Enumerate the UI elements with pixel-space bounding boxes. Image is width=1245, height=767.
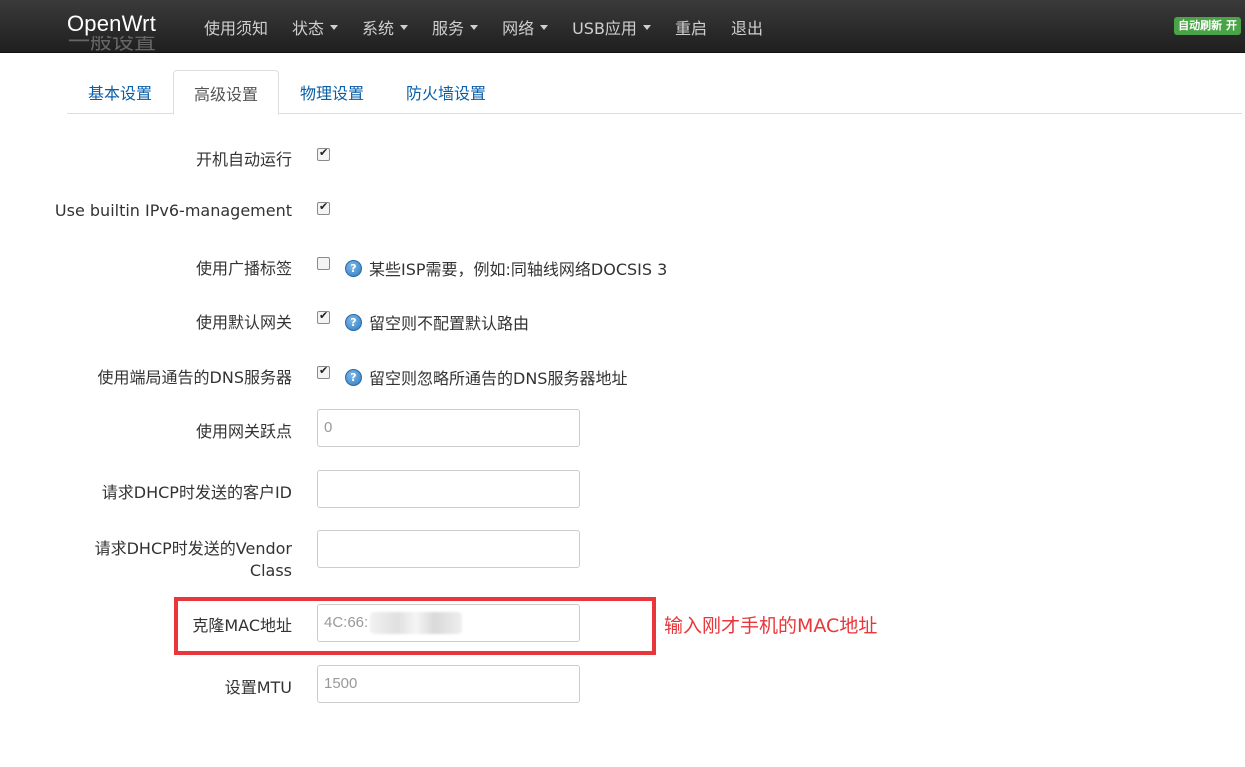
nav-item-label: 重启 [674, 18, 707, 38]
nav-item-usb[interactable]: USB应用 [560, 0, 663, 53]
settings-tabs: 基本设置 高级设置 物理设置 防火墙设置 [67, 70, 1242, 115]
nav-item-label: 系统 [362, 18, 395, 38]
broadcast-label: 使用广播标签 [195, 259, 292, 278]
nav-item-status[interactable]: 状态 [280, 0, 350, 53]
caret-down-icon [470, 25, 479, 30]
nav-item-label: 退出 [730, 18, 763, 38]
peer-dns-checkbox[interactable] [317, 364, 330, 379]
annotation-highlight-box [174, 597, 656, 655]
client-id-label: 请求DHCP时发送的客户ID [101, 483, 292, 502]
nav-item-label: 使用须知 [204, 18, 269, 38]
brand-logo[interactable]: OpenWrt [67, 11, 156, 37]
broadcast-help-text: 某些ISP需要，例如:同轴线网络DOCSIS 3 [369, 260, 668, 279]
broadcast-checkbox[interactable] [317, 257, 330, 270]
nav-item-services[interactable]: 服务 [420, 0, 490, 53]
top-navbar: OpenWrt 使用须知 状态 系统 服务 网络 USB应用 重启 退出 自动刷… [0, 0, 1245, 53]
nav-item-label: USB应用 [572, 18, 637, 38]
auto-refresh-badge[interactable]: 自动刷新 开 [1174, 17, 1241, 35]
main-nav: 使用须知 状态 系统 服务 网络 USB应用 重启 退出 [192, 0, 775, 53]
mtu-label: 设置MTU [224, 678, 292, 697]
annotation-text: 输入刚才手机的MAC地址 [664, 615, 878, 637]
nav-item-label: 状态 [292, 18, 325, 38]
autostart-label: 开机自动运行 [195, 150, 292, 169]
broadcast-help: ? 某些ISP需要，例如:同轴线网络DOCSIS 3 [345, 256, 667, 280]
default-gw-checkbox[interactable] [317, 309, 330, 324]
client-id-input[interactable] [317, 470, 580, 508]
caret-down-icon [400, 25, 409, 30]
caret-down-icon [540, 25, 549, 30]
metric-label: 使用网关跃点 [195, 422, 292, 441]
peer-dns-help-text: 留空则忽略所通告的DNS服务器地址 [369, 369, 628, 388]
nav-item-notice[interactable]: 使用须知 [192, 0, 280, 53]
caret-down-icon [642, 25, 651, 30]
tab-physical[interactable]: 物理设置 [279, 70, 385, 114]
default-gw-help-text: 留空则不配置默认路由 [369, 314, 530, 333]
help-icon: ? [345, 368, 362, 386]
tab-firewall[interactable]: 防火墙设置 [385, 70, 507, 114]
help-icon: ? [345, 313, 362, 331]
nav-item-logout[interactable]: 退出 [719, 0, 775, 53]
help-icon: ? [345, 259, 362, 277]
nav-item-system[interactable]: 系统 [350, 0, 420, 53]
nav-item-reboot[interactable]: 重启 [663, 0, 719, 53]
default-gw-help: ? 留空则不配置默认路由 [345, 310, 529, 334]
nav-item-label: 服务 [432, 18, 465, 38]
ipv6-mgmt-label: Use builtin IPv6-management [54, 201, 292, 220]
mtu-input[interactable]: 1500 [317, 665, 580, 703]
nav-item-network[interactable]: 网络 [490, 0, 560, 53]
metric-input[interactable]: 0 [317, 409, 580, 447]
autostart-checkbox[interactable] [317, 146, 330, 161]
tab-advanced[interactable]: 高级设置 [173, 70, 280, 115]
ipv6-mgmt-checkbox[interactable] [317, 200, 330, 215]
vendor-class-label: 请求DHCP时发送的Vendor Class [94, 539, 292, 580]
caret-down-icon [330, 25, 339, 30]
vendor-class-input[interactable] [317, 530, 580, 568]
peer-dns-label: 使用端局通告的DNS服务器 [97, 368, 292, 387]
peer-dns-help: ? 留空则忽略所通告的DNS服务器地址 [345, 365, 627, 389]
tab-basic[interactable]: 基本设置 [67, 70, 173, 114]
default-gw-label: 使用默认网关 [195, 313, 292, 332]
nav-item-label: 网络 [502, 18, 535, 38]
section-heading: 一般设置 [68, 36, 157, 54]
